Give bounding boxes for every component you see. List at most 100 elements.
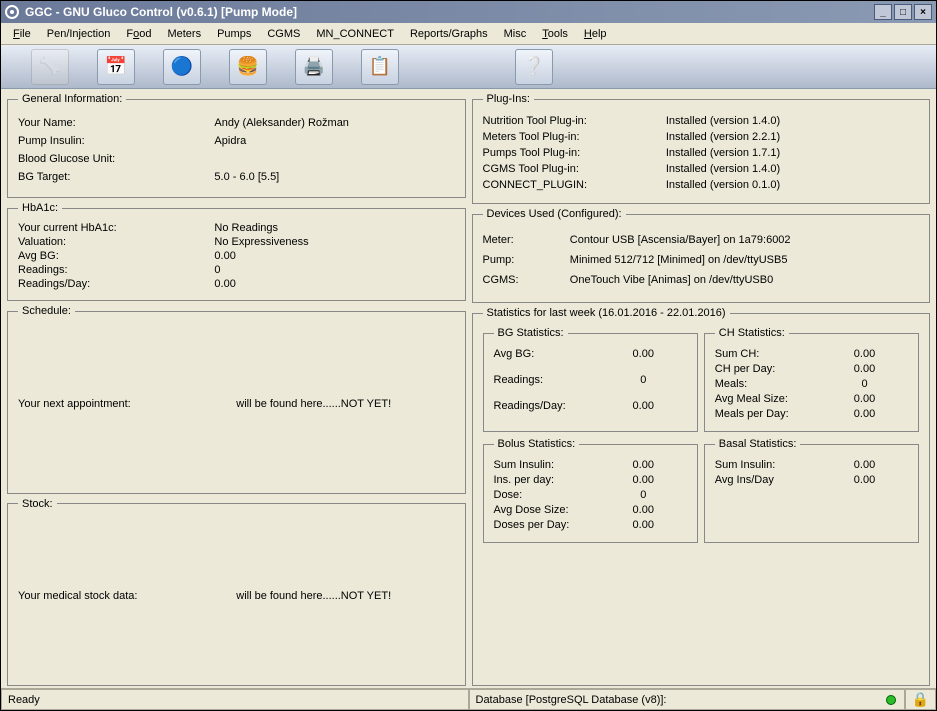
- titlebar[interactable]: GGC - GNU Gluco Control (v0.6.1) [Pump M…: [1, 1, 936, 23]
- basal-stats-box: Basal Statistics: Sum Insulin:0.00 Avg I…: [704, 438, 919, 543]
- plugin-value: Installed (version 1.4.0): [666, 163, 919, 175]
- ch-mpd-label: Meals per Day:: [715, 408, 821, 420]
- devices-box: Devices Used (Configured): Meter:Contour…: [472, 208, 931, 303]
- menu-file[interactable]: File: [5, 26, 39, 42]
- bolus-dpd-label: Doses per Day:: [494, 519, 600, 531]
- menu-pumps[interactable]: Pumps: [209, 26, 259, 42]
- status-db-label: Database [PostgreSQL Database (v8)]:: [476, 694, 667, 706]
- toolbar-print-button[interactable]: 🖨️: [295, 49, 333, 85]
- lock-icon: 🔒: [912, 691, 929, 708]
- device-pump-label: Pump:: [483, 254, 570, 266]
- minimize-button[interactable]: _: [874, 4, 892, 20]
- pump-insulin-label: Pump Insulin:: [18, 135, 214, 147]
- toolbar-food-button[interactable]: 🍔: [229, 49, 267, 85]
- toolbar-checklist-button[interactable]: 📋: [361, 49, 399, 85]
- devices-legend: Devices Used (Configured):: [483, 208, 626, 220]
- menu-pen[interactable]: Pen/Injection: [39, 26, 119, 42]
- device-cgms-value: OneTouch Vibe [Animas] on /dev/ttyUSB0: [570, 274, 919, 286]
- hba1c-cur-label: Your current HbA1c:: [18, 222, 214, 234]
- content: General Information: Your Name:Andy (Ale…: [1, 89, 936, 688]
- right-column: Plug-Ins: Nutrition Tool Plug-in:Install…: [472, 93, 931, 686]
- schedule-box: Schedule: Your next appointment:will be …: [7, 305, 466, 494]
- bgt-label: BG Target:: [18, 171, 214, 183]
- bg-avg-value: 0.00: [600, 348, 687, 360]
- app-icon: [5, 5, 19, 19]
- schedule-value: will be found here......NOT YET!: [236, 398, 454, 410]
- bgu-value: [214, 153, 454, 165]
- toolbar-btn-1[interactable]: 🦴: [31, 49, 69, 85]
- ch-ams-value: 0.00: [821, 393, 908, 405]
- menu-help[interactable]: Help: [576, 26, 615, 42]
- toolbar-calendar-button[interactable]: 📅: [97, 49, 135, 85]
- stock-box: Stock: Your medical stock data:will be f…: [7, 498, 466, 687]
- bg-avg-label: Avg BG:: [494, 348, 600, 360]
- menu-meters[interactable]: Meters: [159, 26, 209, 42]
- ch-meals-label: Meals:: [715, 378, 821, 390]
- plugin-label: CONNECT_PLUGIN:: [483, 179, 666, 191]
- device-pump-value: Minimed 512/712 [Minimed] on /dev/ttyUSB…: [570, 254, 919, 266]
- bolus-ipd-value: 0.00: [600, 474, 687, 486]
- status-right: Database [PostgreSQL Database (v8)]:: [469, 689, 905, 710]
- bolus-ads-value: 0.00: [600, 504, 687, 516]
- toolbar-help-button[interactable]: ❔: [515, 49, 553, 85]
- window-title: GGC - GNU Gluco Control (v0.6.1) [Pump M…: [25, 5, 297, 19]
- plugin-value: Installed (version 0.1.0): [666, 179, 919, 191]
- hba1c-avg-value: 0.00: [214, 250, 454, 262]
- plugin-label: Pumps Tool Plug-in:: [483, 147, 666, 159]
- hba1c-val-label: Valuation:: [18, 236, 214, 248]
- bolus-stats-legend: Bolus Statistics:: [494, 438, 580, 450]
- bg-stats-legend: BG Statistics:: [494, 327, 568, 339]
- basal-stats-legend: Basal Statistics:: [715, 438, 801, 450]
- maximize-button[interactable]: □: [894, 4, 912, 20]
- general-legend: General Information:: [18, 93, 126, 105]
- bg-read-value: 0: [600, 374, 687, 386]
- hba1c-avg-label: Avg BG:: [18, 250, 214, 262]
- bg-read-label: Readings:: [494, 374, 600, 386]
- bolus-stats-box: Bolus Statistics: Sum Insulin:0.00 Ins. …: [483, 438, 698, 543]
- hba1c-box: HbA1c: Your current HbA1c:No Readings Va…: [7, 202, 466, 301]
- bg-stats-box: BG Statistics: Avg BG:0.00 Readings:0 Re…: [483, 327, 698, 432]
- bolus-sum-value: 0.00: [600, 459, 687, 471]
- stock-legend: Stock:: [18, 498, 57, 510]
- ch-stats-box: CH Statistics: Sum CH:0.00 CH per Day:0.…: [704, 327, 919, 432]
- ch-sum-label: Sum CH:: [715, 348, 821, 360]
- bg-rpd-label: Readings/Day:: [494, 400, 600, 412]
- device-cgms-label: CGMS:: [483, 274, 570, 286]
- hba1c-cur-value: No Readings: [214, 222, 454, 234]
- statistics-legend: Statistics for last week (16.01.2016 - 2…: [483, 307, 730, 319]
- name-label: Your Name:: [18, 117, 214, 129]
- ch-ams-label: Avg Meal Size:: [715, 393, 821, 405]
- bolus-sum-label: Sum Insulin:: [494, 459, 600, 471]
- hba1c-rpd-label: Readings/Day:: [18, 278, 214, 290]
- toolbar: 🦴 📅 🔵 🍔 🖨️ 📋 ❔: [1, 45, 936, 89]
- plugin-label: Meters Tool Plug-in:: [483, 131, 666, 143]
- ch-sum-value: 0.00: [821, 348, 908, 360]
- plugin-value: Installed (version 2.2.1): [666, 131, 919, 143]
- toolbar-chart-button[interactable]: 🔵: [163, 49, 201, 85]
- device-meter-label: Meter:: [483, 234, 570, 246]
- status-lock[interactable]: 🔒: [905, 689, 936, 710]
- basal-sum-label: Sum Insulin:: [715, 459, 821, 471]
- close-button[interactable]: ×: [914, 4, 932, 20]
- menubar: File Pen/Injection Food Meters Pumps CGM…: [1, 23, 936, 45]
- schedule-legend: Schedule:: [18, 305, 75, 317]
- plugin-label: CGMS Tool Plug-in:: [483, 163, 666, 175]
- plugin-label: Nutrition Tool Plug-in:: [483, 115, 666, 127]
- ch-stats-legend: CH Statistics:: [715, 327, 789, 339]
- bg-rpd-value: 0.00: [600, 400, 687, 412]
- menu-misc[interactable]: Misc: [496, 26, 535, 42]
- menu-cgms[interactable]: CGMS: [259, 26, 308, 42]
- hba1c-val-value: No Expressiveness: [214, 236, 454, 248]
- basal-aipd-label: Avg Ins/Day: [715, 474, 821, 486]
- hba1c-legend: HbA1c:: [18, 202, 62, 214]
- menu-reports[interactable]: Reports/Graphs: [402, 26, 496, 42]
- plugin-value: Installed (version 1.7.1): [666, 147, 919, 159]
- bolus-ipd-label: Ins. per day:: [494, 474, 600, 486]
- menu-tools[interactable]: Tools: [534, 26, 576, 42]
- bolus-dose-label: Dose:: [494, 489, 600, 501]
- bolus-dose-value: 0: [600, 489, 687, 501]
- bgt-value: 5.0 - 6.0 [5.5]: [214, 171, 454, 183]
- menu-food[interactable]: Food: [118, 26, 159, 42]
- ch-meals-value: 0: [821, 378, 908, 390]
- menu-mnconnect[interactable]: MN_CONNECT: [308, 26, 402, 42]
